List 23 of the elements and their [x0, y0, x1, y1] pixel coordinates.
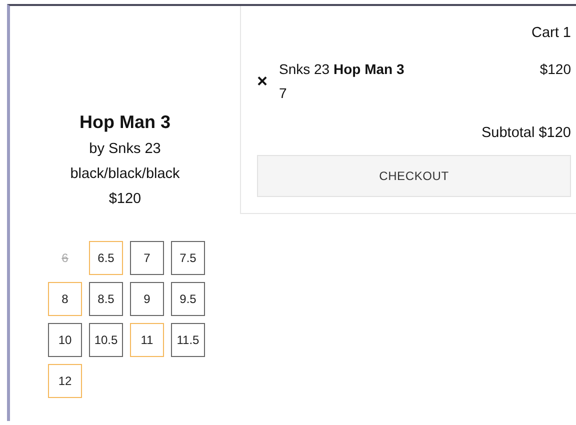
cart-title: Cart 1	[530, 24, 571, 43]
size-button[interactable]: 8	[48, 282, 82, 316]
size-button[interactable]: 6.5	[89, 241, 123, 275]
size-button[interactable]: 10	[48, 323, 82, 357]
product-brand: by Snks 23	[89, 140, 161, 159]
size-button[interactable]: 12	[48, 364, 82, 398]
checkout-button[interactable]: CHECKOUT	[257, 155, 571, 197]
size-button[interactable]: 7.5	[171, 241, 205, 275]
size-button[interactable]: 9	[130, 282, 164, 316]
size-button[interactable]: 8.5	[89, 282, 123, 316]
item-name: Snks 23 Hop Man 3	[279, 60, 404, 79]
size-button[interactable]: 9.5	[171, 282, 205, 316]
subtotal: Subtotal $120	[480, 124, 571, 143]
product-title: Hop Man 3	[79, 111, 170, 134]
remove-button[interactable]: ×	[257, 71, 279, 91]
item-size: 7	[279, 84, 288, 103]
product-colorway: black/black/black	[70, 165, 180, 184]
size-button[interactable]: 11.5	[171, 323, 205, 357]
size-button[interactable]: 10.5	[89, 323, 123, 357]
size-button[interactable]: 7	[130, 241, 164, 275]
product-price: $120	[108, 190, 142, 209]
item-price: $120	[540, 60, 571, 79]
size-button[interactable]: 11	[130, 323, 164, 357]
